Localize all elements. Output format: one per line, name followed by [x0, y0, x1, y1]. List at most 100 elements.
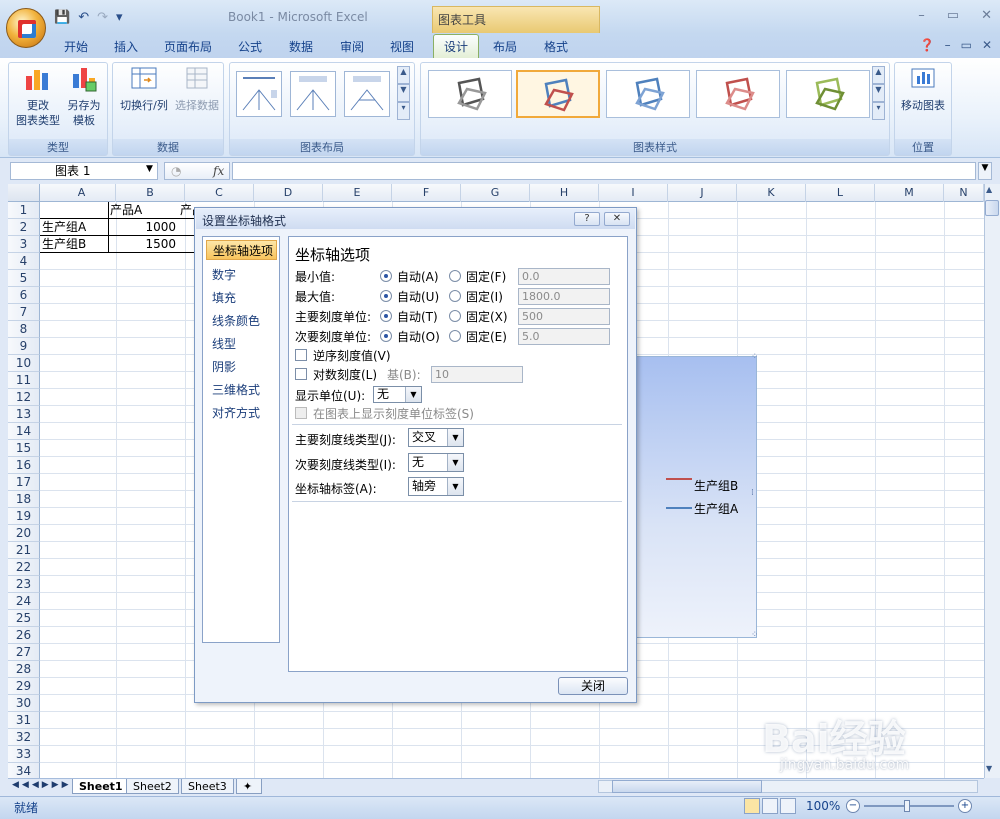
- cell-a3[interactable]: 生产组B: [42, 236, 86, 253]
- minimize-button[interactable]: –: [918, 8, 925, 23]
- max-auto-radio[interactable]: [380, 290, 392, 302]
- min-fixed-radio[interactable]: [449, 270, 461, 282]
- row-header[interactable]: 7: [8, 304, 40, 321]
- show-units-label[interactable]: 在图表上显示刻度单位标签(S): [313, 405, 474, 422]
- minor-value-input[interactable]: 5.0: [518, 328, 610, 345]
- expand-formula-icon[interactable]: ▼: [978, 162, 992, 180]
- layouts-scroll-down[interactable]: ▼: [397, 84, 410, 102]
- row-header[interactable]: 22: [8, 559, 40, 576]
- row-header[interactable]: 13: [8, 406, 40, 423]
- tab-review[interactable]: 审阅: [340, 38, 364, 55]
- zoom-slider-thumb[interactable]: [904, 800, 910, 812]
- tab-view[interactable]: 视图: [390, 38, 414, 55]
- tab-home[interactable]: 开始: [64, 38, 88, 55]
- row-header[interactable]: 19: [8, 508, 40, 525]
- column-header[interactable]: K: [737, 184, 806, 202]
- restore-button[interactable]: ▭: [947, 8, 959, 23]
- chart-layout-3[interactable]: [344, 71, 390, 117]
- column-header[interactable]: B: [116, 184, 185, 202]
- column-header[interactable]: A: [48, 184, 116, 202]
- minor-auto-radio[interactable]: [380, 330, 392, 342]
- zoom-out-icon[interactable]: −: [846, 799, 860, 813]
- nav-fill[interactable]: 填充: [212, 289, 236, 306]
- horizontal-scroll-thumb[interactable]: [612, 780, 762, 793]
- tab-insert[interactable]: 插入: [114, 38, 138, 55]
- legend-label-b[interactable]: 生产组B: [694, 477, 738, 494]
- move-chart-button[interactable]: 移动图表: [896, 66, 950, 113]
- vertical-scroll-thumb[interactable]: [985, 200, 999, 216]
- nav-3d-format[interactable]: 三维格式: [212, 381, 260, 398]
- min-fixed-label[interactable]: 固定(F): [466, 268, 506, 285]
- select-data-button[interactable]: 选择数据: [172, 66, 222, 113]
- show-units-checkbox[interactable]: [295, 407, 307, 419]
- page-layout-view-icon[interactable]: [762, 798, 778, 814]
- styles-more[interactable]: ▾: [872, 102, 885, 120]
- styles-scroll-down[interactable]: ▼: [872, 84, 885, 102]
- nav-alignment[interactable]: 对齐方式: [212, 404, 260, 421]
- formula-cancel-icon[interactable]: ◔: [171, 164, 181, 178]
- column-header[interactable]: N: [944, 184, 984, 202]
- switch-row-column-button[interactable]: 切换行/列: [116, 66, 172, 113]
- insert-sheet-icon[interactable]: ✦: [236, 779, 262, 794]
- min-auto-radio[interactable]: [380, 270, 392, 282]
- chart-layout-2[interactable]: [290, 71, 336, 117]
- row-header[interactable]: 6: [8, 287, 40, 304]
- nav-line-color[interactable]: 线条颜色: [212, 312, 260, 329]
- select-all-corner[interactable]: [8, 184, 40, 202]
- customize-qat-icon[interactable]: ▾: [116, 10, 123, 25]
- nav-shadow[interactable]: 阴影: [212, 358, 236, 375]
- row-header[interactable]: 17: [8, 474, 40, 491]
- chart-area[interactable]: [626, 356, 757, 638]
- close-window-button[interactable]: ✕: [981, 8, 992, 23]
- office-button[interactable]: [6, 8, 46, 48]
- major-tick-select[interactable]: 交叉 ▼: [408, 428, 464, 447]
- row-header[interactable]: 28: [8, 661, 40, 678]
- scroll-up-arrow[interactable]: ▲: [986, 185, 992, 194]
- major-auto-radio[interactable]: [380, 310, 392, 322]
- sheet-tab-1[interactable]: Sheet1: [72, 779, 130, 794]
- chart-layout-1[interactable]: [236, 71, 282, 117]
- row-header[interactable]: 3: [8, 236, 40, 253]
- layouts-scroll-up[interactable]: ▲: [397, 66, 410, 84]
- row-header[interactable]: 5: [8, 270, 40, 287]
- ribbon-minimize-icon[interactable]: –: [945, 38, 951, 52]
- name-box[interactable]: 图表 1: [10, 162, 158, 180]
- column-header[interactable]: J: [668, 184, 737, 202]
- cell-b1[interactable]: 产品A: [110, 202, 142, 219]
- cell-c1[interactable]: 产品: [180, 202, 194, 219]
- minor-auto-label[interactable]: 自动(O): [397, 328, 440, 345]
- row-header[interactable]: 4: [8, 253, 40, 270]
- nav-axis-options[interactable]: 坐标轴选项: [206, 240, 277, 260]
- page-break-view-icon[interactable]: [780, 798, 796, 814]
- nav-number[interactable]: 数字: [212, 266, 236, 283]
- log-scale-checkbox[interactable]: [295, 368, 307, 380]
- chart-resize-handle-tr[interactable]: ⁘: [751, 352, 759, 362]
- legend-label-a[interactable]: 生产组A: [694, 500, 738, 517]
- column-header[interactable]: H: [530, 184, 599, 202]
- major-fixed-radio[interactable]: [449, 310, 461, 322]
- cell-a2[interactable]: 生产组A: [42, 219, 86, 236]
- major-fixed-label[interactable]: 固定(X): [466, 308, 508, 325]
- cell-b2[interactable]: 1000: [108, 219, 176, 236]
- help-icon[interactable]: ❓: [920, 38, 935, 52]
- reverse-order-label[interactable]: 逆序刻度值(V): [313, 347, 391, 364]
- row-header[interactable]: 1: [8, 202, 40, 219]
- chart-style-2[interactable]: [516, 70, 600, 118]
- major-auto-label[interactable]: 自动(T): [397, 308, 438, 325]
- log-base-input[interactable]: 10: [431, 366, 523, 383]
- row-header[interactable]: 15: [8, 440, 40, 457]
- row-header[interactable]: 11: [8, 372, 40, 389]
- row-header[interactable]: 32: [8, 729, 40, 746]
- chart-style-5[interactable]: [786, 70, 870, 118]
- display-units-select[interactable]: 无 ▼: [373, 386, 422, 403]
- minor-fixed-radio[interactable]: [449, 330, 461, 342]
- min-auto-label[interactable]: 自动(A): [397, 268, 439, 285]
- column-header[interactable]: D: [254, 184, 323, 202]
- row-header[interactable]: 18: [8, 491, 40, 508]
- row-header[interactable]: 25: [8, 610, 40, 627]
- tab-design[interactable]: 设计: [433, 34, 480, 58]
- reverse-order-checkbox[interactable]: [295, 349, 307, 361]
- zoom-in-icon[interactable]: +: [958, 799, 972, 813]
- dialog-help-button[interactable]: ?: [574, 212, 600, 226]
- ribbon-restore-icon[interactable]: ▭: [961, 38, 972, 52]
